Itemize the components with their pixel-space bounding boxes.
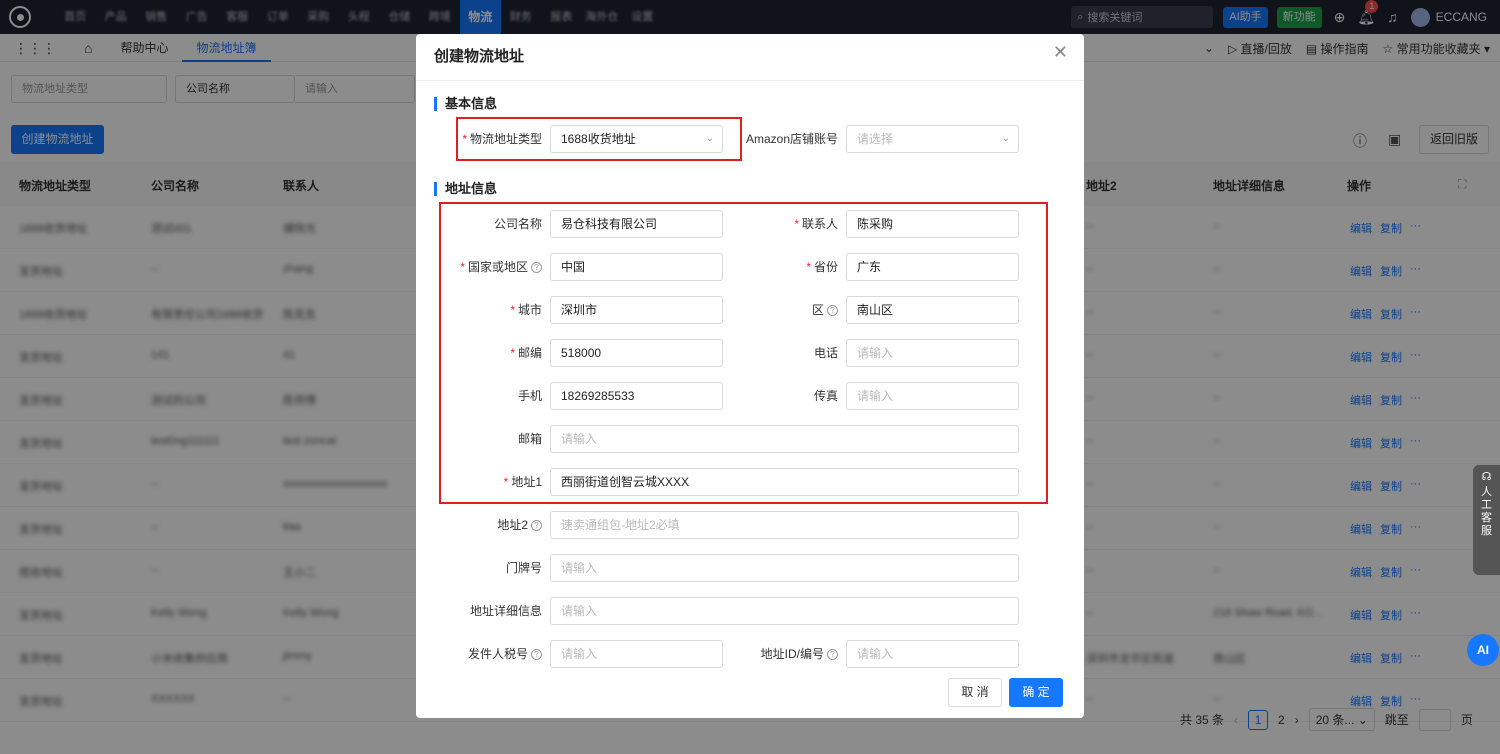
help-icon[interactable]: ? bbox=[531, 520, 542, 532]
province-input[interactable]: 广东 bbox=[846, 253, 1019, 281]
city-label: * 城市 bbox=[510, 303, 542, 317]
help-icon[interactable]: ? bbox=[531, 649, 542, 661]
address1-label: * 地址1 bbox=[503, 475, 542, 489]
headset-icon: ☊ bbox=[1481, 471, 1492, 483]
detail-input[interactable]: 请输入 bbox=[550, 597, 1019, 625]
contact-label-text: 联系人 bbox=[801, 217, 838, 231]
door-input[interactable]: 请输入 bbox=[550, 554, 1019, 582]
highlight-box-type bbox=[456, 117, 742, 161]
mobile-label: 手机 bbox=[517, 389, 542, 403]
zip-label-text: 邮编 bbox=[517, 346, 542, 360]
confirm-button[interactable]: 确 定 bbox=[1009, 678, 1063, 707]
chevron-down-icon: ⌄ bbox=[1001, 133, 1010, 144]
tax-label-text: 发件人税号 bbox=[467, 647, 528, 661]
section-basic-info: 基本信息 bbox=[434, 97, 497, 111]
modal-title: 创建物流地址 bbox=[434, 48, 525, 65]
door-label: 门牌号 bbox=[505, 561, 542, 575]
modal-divider bbox=[416, 80, 1084, 81]
create-address-modal: 创建物流地址 ✕ 基本信息 * 物流地址类型 1688收货地址 ⌄ Amazon店铺… bbox=[416, 34, 1084, 718]
tax-label: 发件人税号? bbox=[402, 640, 542, 668]
address-id-input[interactable]: 请输入 bbox=[846, 640, 1019, 668]
help-icon[interactable]: ? bbox=[827, 305, 838, 317]
contact-input[interactable]: 陈采购 bbox=[846, 210, 1019, 238]
district-label: 区? bbox=[698, 296, 838, 324]
contact-label: * 联系人 bbox=[794, 217, 838, 231]
email-label: 邮箱 bbox=[517, 432, 542, 446]
province-label-text: 省份 bbox=[813, 260, 838, 274]
city-label-text: 城市 bbox=[517, 303, 542, 317]
customer-service-button[interactable]: ☊ 人工客服 bbox=[1473, 465, 1500, 575]
address2-label-text: 地址2 bbox=[497, 518, 528, 532]
district-input[interactable]: 南山区 bbox=[846, 296, 1019, 324]
help-icon[interactable]: ? bbox=[827, 649, 838, 661]
country-label: * 国家或地区? bbox=[402, 253, 542, 281]
email-input[interactable]: 请输入 bbox=[550, 425, 1019, 453]
company-label: 公司名称 bbox=[493, 217, 542, 231]
amazon-placeholder: 请选择 bbox=[857, 132, 894, 146]
address1-label-text: 地址1 bbox=[511, 475, 542, 489]
customer-service-label: 人工客服 bbox=[1481, 486, 1492, 537]
province-label: * 省份 bbox=[806, 260, 838, 274]
fax-input[interactable]: 请输入 bbox=[846, 382, 1019, 410]
cancel-button[interactable]: 取 消 bbox=[948, 678, 1002, 707]
ai-float-button[interactable]: AI bbox=[1467, 634, 1499, 666]
address1-input[interactable]: 西丽街道创智云城XXXX bbox=[550, 468, 1019, 496]
phone-label: 电话 bbox=[813, 346, 838, 360]
address-id-label-text: 地址ID/编号 bbox=[760, 647, 824, 661]
close-icon[interactable]: ✕ bbox=[1053, 42, 1068, 63]
section-address-info: 地址信息 bbox=[434, 182, 497, 196]
phone-input[interactable]: 请输入 bbox=[846, 339, 1019, 367]
address2-label: 地址2? bbox=[402, 511, 542, 539]
detail-label: 地址详细信息 bbox=[469, 604, 542, 618]
district-label-text: 区 bbox=[811, 303, 824, 317]
address-id-label: 地址ID/编号? bbox=[698, 640, 838, 668]
address2-input[interactable]: 速卖通组包-地址2必填 bbox=[550, 511, 1019, 539]
country-label-text: 国家或地区 bbox=[467, 260, 528, 274]
amazon-select[interactable]: 请选择 ⌄ bbox=[846, 125, 1019, 153]
help-icon[interactable]: ? bbox=[531, 262, 542, 274]
fax-label: 传真 bbox=[813, 389, 838, 403]
zip-label: * 邮编 bbox=[510, 346, 542, 360]
